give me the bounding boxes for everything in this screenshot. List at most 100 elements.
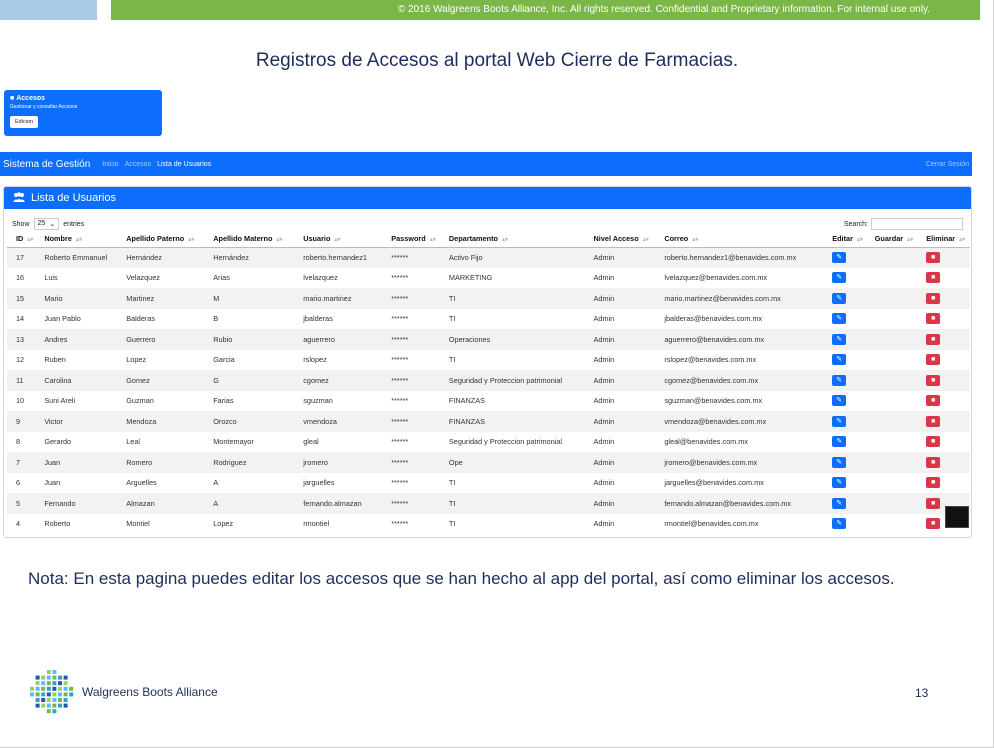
table-cell: Operaciones [439,329,585,350]
logout-link[interactable]: Cerrar Sesión [926,161,969,168]
logo-dot [52,703,57,708]
table-cell: TI [448,478,456,488]
trash-icon[interactable]: ■ [926,252,941,263]
table-cell: Admin [593,396,615,406]
trash-icon[interactable]: ■ [926,497,941,509]
edit-icon[interactable]: ✎ [832,415,847,427]
column-header[interactable]: Departamento ▴▾ [439,231,585,248]
table-cell: Mendoza [117,411,205,432]
edit-icon[interactable]: ✎ [832,313,847,325]
column-header-label: Correo [664,234,689,244]
logo-dot [35,692,40,697]
edit-icon[interactable]: ✎ [832,374,847,386]
sort-icon: ▴▾ [501,237,508,244]
table-cell: aguerrero@benavides.com.mx [655,329,824,350]
table-cell: 10 [16,396,25,406]
logo-dot [46,670,51,674]
column-header[interactable]: Usuario ▴▾ [294,231,383,248]
edit-icon[interactable]: ✎ [832,252,847,263]
nav-link-lista-usuarios[interactable]: Lista de Usuarios [157,161,211,168]
column-header[interactable]: Guardar ▴▾ [865,231,918,248]
edit-icon[interactable]: ✎ [832,436,847,448]
trash-icon[interactable]: ■ [926,456,941,468]
trash-icon[interactable]: ■ [926,395,941,407]
table-controls: Show 25 ⌄ entries Search: [4,209,971,231]
column-header[interactable]: Correo ▴▾ [655,231,824,248]
edit-icon[interactable]: ✎ [832,456,847,468]
table-cell: jbalderas@benavides.com.mx [664,314,763,324]
sort-icon: ▴▾ [429,237,436,244]
sort-icon: ▴▾ [276,237,283,244]
edit-icon[interactable]: ✎ [832,497,847,509]
column-header[interactable]: Apellido Paterno ▴▾ [117,231,205,248]
logo-dot [46,675,51,680]
save-cell [865,288,918,309]
search-input[interactable] [871,218,963,230]
table-cell: Romero [117,452,205,473]
table-cell: rmontiel@benavides.com.mx [664,519,759,529]
delete-cell: ■ [917,288,970,309]
table-cell: aguerrero [294,329,383,350]
trash-icon[interactable]: ■ [926,354,941,366]
save-cell [866,309,918,330]
nav-link-inicio[interactable]: Inicio [102,161,118,168]
table-cell: rslopez [303,355,327,365]
table-cell: FINANZAS [448,396,485,406]
table-row: 7 Juan Romero Rodriguez jromero ****** Ope Admi… [7,452,970,473]
nav-link-accesos[interactable]: Accesos [125,161,151,168]
table-cell: Balderas [126,314,156,324]
trash-icon[interactable]: ■ [926,518,941,530]
navbar-brand[interactable]: Sistema de Gestión [3,159,90,170]
trash-icon[interactable]: ■ [926,333,941,345]
edit-icon[interactable]: ✎ [832,333,847,345]
column-header[interactable]: Nivel Acceso ▴▾ [584,231,656,248]
edit-icon[interactable]: ✎ [832,292,847,304]
table-cell: 4 [16,519,21,529]
trash-icon[interactable]: ■ [926,313,941,325]
column-header[interactable]: Editar ▴▾ [823,231,866,248]
table-row: 12 Ruben Lopez Garcia rslopez ****** TI Admin rs… [7,350,970,371]
trash-icon[interactable]: ■ [926,374,941,386]
edit-icon[interactable]: ✎ [832,272,847,284]
delete-cell: ■ [917,411,970,432]
edit-icon[interactable]: ✎ [832,354,847,366]
edit-icon[interactable]: ✎ [832,477,847,489]
sort-icon: ▴▾ [188,237,195,244]
trash-icon[interactable]: ■ [926,292,941,304]
table-cell: ****** [391,478,409,488]
table-cell: roberto.hernandez1 [294,247,383,268]
column-header[interactable]: ID ▴▾ [7,231,36,248]
edit-cell: ✎ [823,370,866,391]
table-cell: Farias [213,396,234,406]
logo-dot [35,698,40,702]
column-header[interactable]: Password ▴▾ [382,231,440,248]
entries-select[interactable]: 25 ⌄ [33,218,60,230]
save-cell [865,247,918,268]
save-cell [866,268,918,289]
column-header[interactable]: Apellido Materno ▴▾ [204,231,295,248]
table-cell: MARKETING [448,273,493,283]
table-cell: Roberto Emmanuel [35,247,118,268]
column-header[interactable]: Eliminar ▴▾ [917,231,970,248]
table-row: 16 Luis Velazquez Arias lvelazquez ****** MARK… [7,268,970,289]
trash-icon[interactable]: ■ [926,415,941,427]
trash-icon[interactable]: ■ [926,436,941,448]
edit-icon[interactable]: ✎ [832,518,847,530]
table-cell: fernando.almazan [294,493,383,514]
trash-icon[interactable]: ■ [926,272,941,284]
column-header[interactable]: Nombre ▴▾ [35,231,118,248]
logo-dot [41,686,46,691]
edicion-button[interactable]: Edicion [10,116,39,128]
table-cell: G [204,370,295,391]
table-cell: sguzman [303,396,333,406]
slide-title: Registros de Accesos al portal Web Cierr… [255,50,739,71]
table-cell: mario.martinez [294,288,383,309]
edit-cell: ✎ [823,247,866,268]
save-cell [866,473,918,494]
trash-icon[interactable]: ■ [926,477,941,489]
table-cell: ****** [382,288,440,309]
logo-dot [58,686,62,691]
table-cell: Rubio [204,329,295,350]
table-row: 11 Carolina Gomez Gcgomez ****** Seguridad y … [7,370,970,391]
edit-icon[interactable]: ✎ [832,395,847,407]
